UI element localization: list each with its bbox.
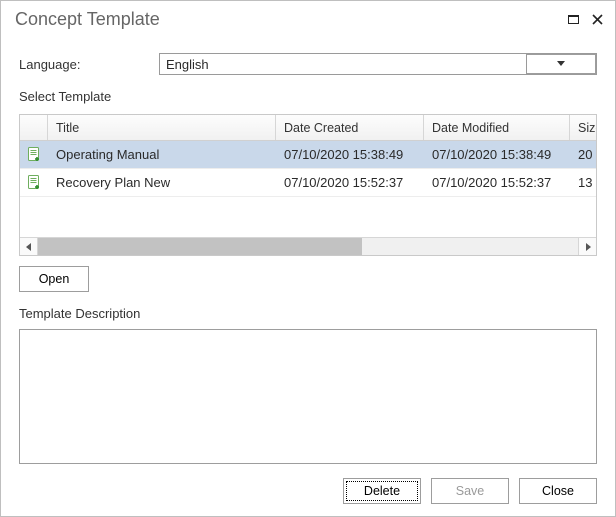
- language-row: Language: English: [19, 53, 597, 75]
- row-created-cell: 07/10/2020 15:38:49: [276, 147, 424, 162]
- language-label: Language:: [19, 57, 159, 72]
- row-created-cell: 07/10/2020 15:52:37: [276, 175, 424, 190]
- column-header-title[interactable]: Title: [48, 115, 276, 140]
- open-row: Open: [19, 266, 597, 292]
- open-button[interactable]: Open: [19, 266, 89, 292]
- close-icon: [592, 14, 603, 25]
- language-dropdown-button[interactable]: [526, 54, 596, 74]
- scroll-right-button[interactable]: [578, 238, 596, 255]
- maximize-button[interactable]: [563, 9, 583, 29]
- scroll-track[interactable]: [38, 238, 578, 255]
- dialog-content: Language: English Select Template Title …: [1, 37, 615, 516]
- triangle-left-icon: [26, 243, 32, 251]
- table-row[interactable]: Operating Manual07/10/2020 15:38:4907/10…: [20, 141, 596, 169]
- description-label: Template Description: [19, 306, 597, 321]
- delete-button[interactable]: Delete: [343, 478, 421, 504]
- row-size-cell: 20: [570, 147, 596, 162]
- table-row[interactable]: Recovery Plan New07/10/2020 15:52:3707/1…: [20, 169, 596, 197]
- row-icon-cell: [20, 175, 48, 191]
- select-template-label: Select Template: [19, 89, 597, 104]
- template-grid: Title Date Created Date Modified Size Op…: [19, 114, 597, 256]
- concept-template-dialog: Concept Template Language: English: [0, 0, 616, 517]
- column-header-icon[interactable]: [20, 115, 48, 140]
- language-combo[interactable]: English: [159, 53, 597, 75]
- row-title-cell: Recovery Plan New: [48, 175, 276, 190]
- window-title: Concept Template: [15, 9, 559, 30]
- document-icon: [27, 147, 41, 163]
- language-value: English: [160, 57, 526, 72]
- titlebar: Concept Template: [1, 1, 615, 37]
- column-header-date-modified[interactable]: Date Modified: [424, 115, 570, 140]
- row-icon-cell: [20, 147, 48, 163]
- close-button[interactable]: [587, 9, 607, 29]
- grid-header: Title Date Created Date Modified Size: [20, 115, 596, 141]
- dialog-footer: Delete Save Close: [19, 478, 597, 504]
- scroll-left-button[interactable]: [20, 238, 38, 255]
- row-title-cell: Operating Manual: [48, 147, 276, 162]
- horizontal-scrollbar[interactable]: [20, 237, 596, 255]
- row-modified-cell: 07/10/2020 15:38:49: [424, 147, 570, 162]
- triangle-right-icon: [585, 243, 591, 251]
- save-button[interactable]: Save: [431, 478, 509, 504]
- chevron-down-icon: [557, 61, 565, 67]
- row-modified-cell: 07/10/2020 15:52:37: [424, 175, 570, 190]
- column-header-date-created[interactable]: Date Created: [276, 115, 424, 140]
- description-textarea[interactable]: [19, 329, 597, 464]
- document-icon: [27, 175, 41, 191]
- row-size-cell: 13: [570, 175, 596, 190]
- grid-body: Operating Manual07/10/2020 15:38:4907/10…: [20, 141, 596, 237]
- close-dialog-button[interactable]: Close: [519, 478, 597, 504]
- maximize-icon: [568, 15, 579, 24]
- scroll-thumb[interactable]: [38, 238, 362, 255]
- column-header-size[interactable]: Size: [570, 115, 596, 140]
